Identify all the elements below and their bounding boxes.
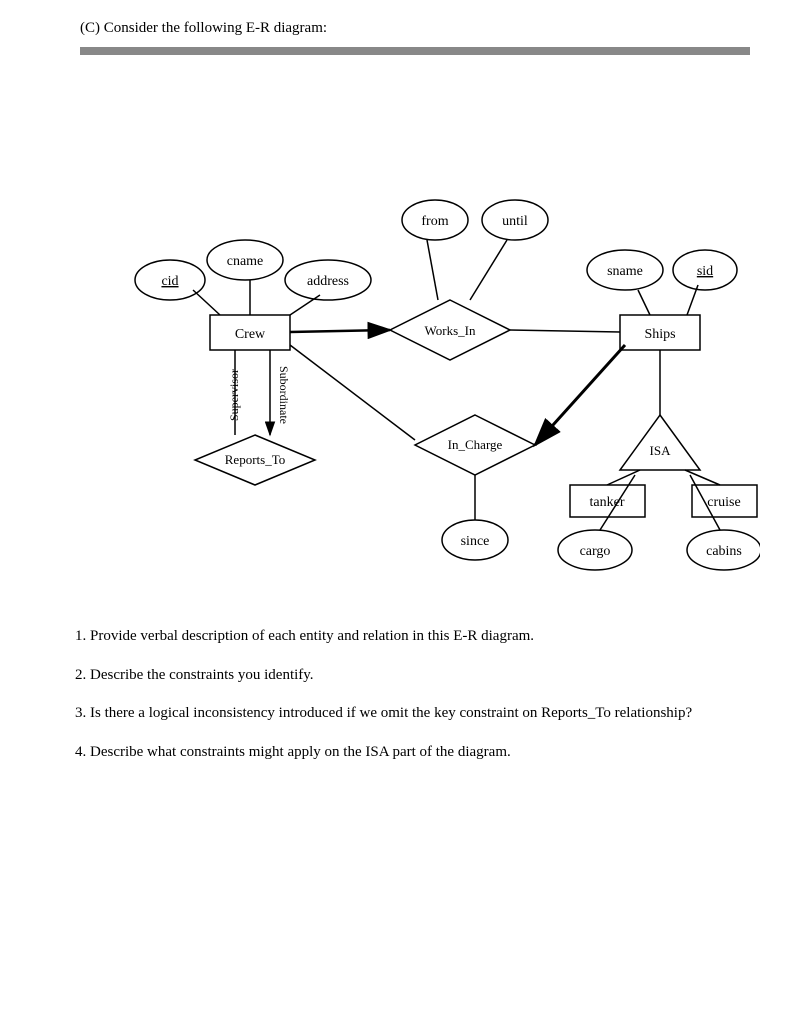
question-4: Describe what constraints might apply on…: [90, 741, 750, 764]
rel-isa: ISA: [650, 443, 672, 458]
divider: [80, 47, 750, 55]
rel-reports-to: Reports_To: [225, 452, 285, 467]
question-2: Describe the constraints you identify.: [90, 664, 750, 687]
attr-cid: cid: [161, 274, 178, 289]
entity-crew: Crew: [235, 327, 266, 342]
attr-from: from: [421, 214, 448, 229]
attr-address: address: [307, 274, 349, 289]
attr-sname: sname: [607, 264, 643, 279]
attr-until: until: [502, 214, 528, 229]
header-text: (C) Consider the following E-R diagram:: [80, 20, 750, 37]
er-diagram-svg: cid cname address from until sname sid s…: [80, 85, 760, 605]
rel-in-charge: In_Charge: [448, 437, 503, 452]
question-3: Is there a logical inconsistency introdu…: [90, 702, 750, 725]
entity-cargo: cargo: [580, 544, 611, 559]
entity-ships: Ships: [644, 327, 675, 342]
attr-sid: sid: [697, 264, 713, 279]
page: (C) Consider the following E-R diagram: …: [0, 0, 810, 819]
entity-cruise: cruise: [707, 495, 740, 510]
label-subordinate: Subordinate: [277, 366, 291, 424]
questions-list: Provide verbal description of each entit…: [80, 625, 750, 763]
attr-cname: cname: [227, 254, 264, 269]
er-diagram-container: cid cname address from until sname sid s…: [80, 85, 760, 605]
question-1: Provide verbal description of each entit…: [90, 625, 750, 648]
entity-cabins: cabins: [706, 544, 742, 559]
label-supervisor: Supervisor: [227, 369, 241, 421]
attr-since: since: [461, 534, 490, 549]
entity-tanker: tanker: [590, 495, 625, 510]
rel-works-in: Works_In: [425, 323, 476, 338]
